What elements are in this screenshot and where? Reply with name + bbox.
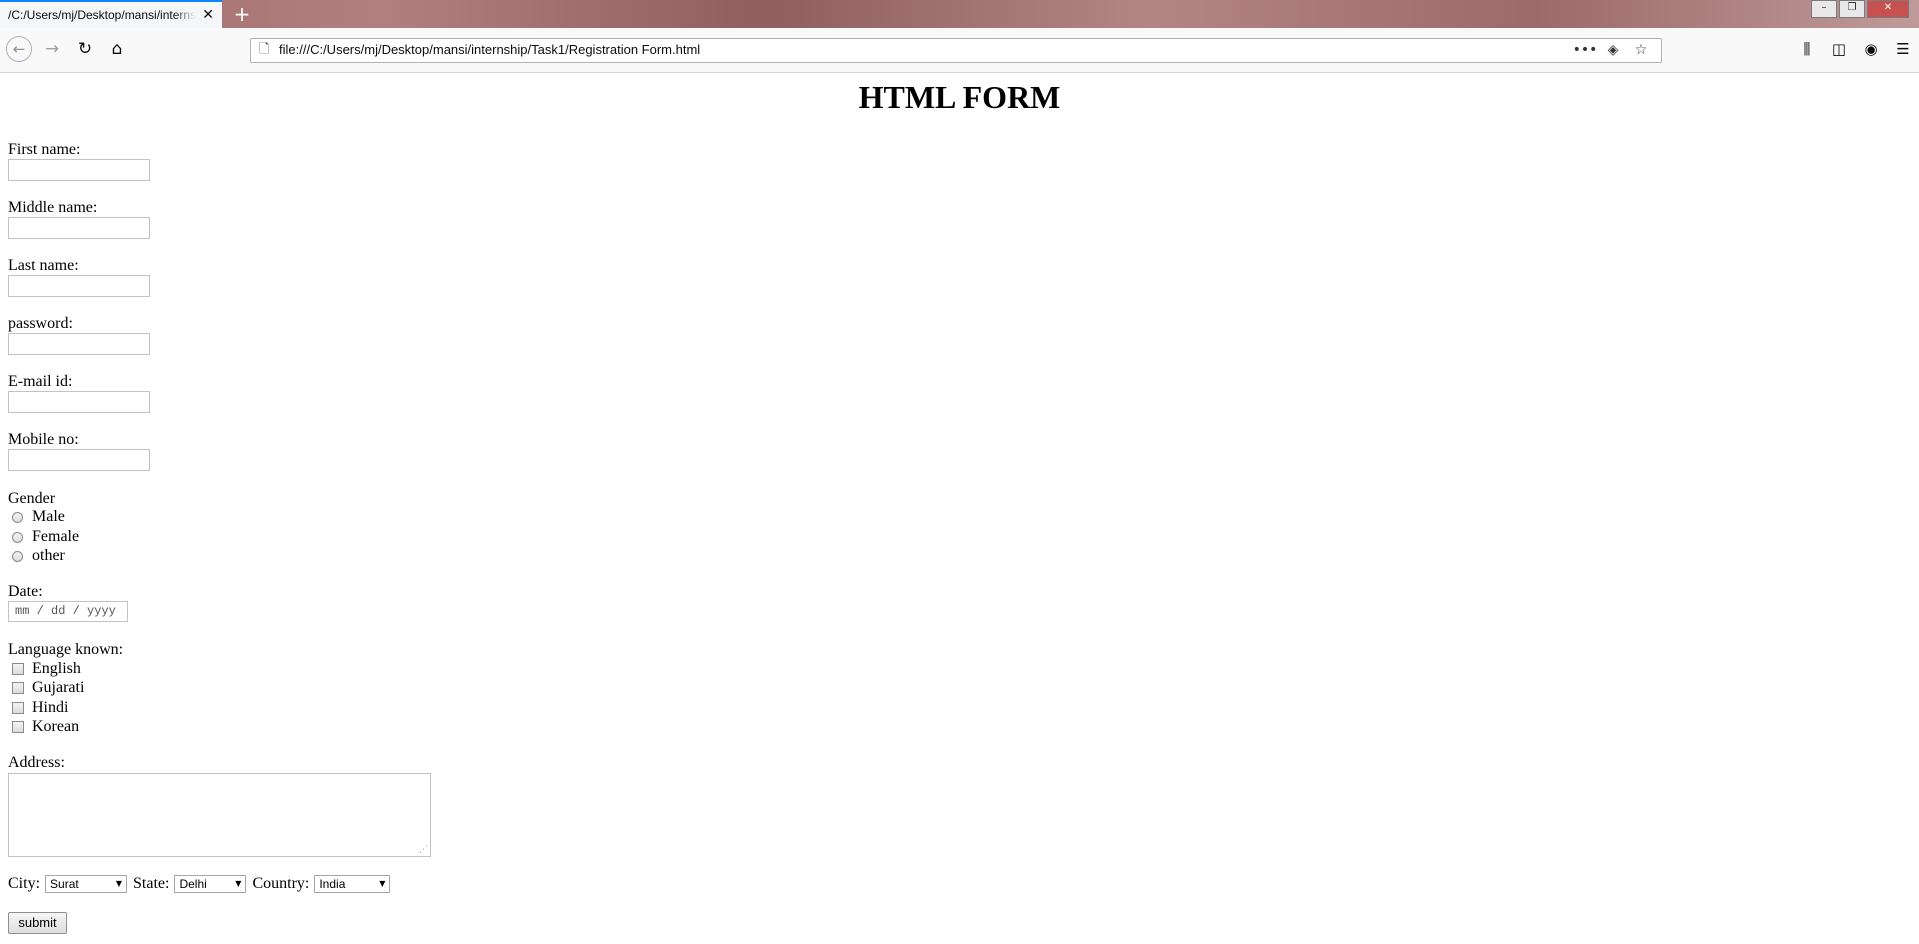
forward-arrow-icon[interactable]: → (40, 37, 64, 61)
email-label: E-mail id: (8, 373, 73, 390)
address-url[interactable]: file:///C:/Users/mj/Desktop/mansi/intern… (279, 42, 700, 57)
first-name-input[interactable] (8, 159, 150, 181)
hindi-checkbox[interactable] (12, 702, 24, 714)
page-icon: 🗋 (259, 42, 270, 57)
window-controls: – ❐ ✕ (1809, 0, 1909, 18)
date-label: Date: (8, 583, 43, 600)
back-arrow-icon[interactable]: ← (6, 36, 32, 62)
close-window-button[interactable]: ✕ (1867, 0, 1909, 18)
middle-name-input[interactable] (8, 217, 150, 239)
account-icon[interactable]: ◉ (1855, 37, 1887, 61)
gender-option-other[interactable]: other (12, 547, 65, 565)
state-label: State: (133, 875, 170, 892)
state-select[interactable]: Delhi ▼ (174, 875, 247, 893)
city-selected: Surat (50, 877, 79, 891)
gender-option-male[interactable]: Male (12, 508, 65, 526)
female-radio[interactable] (12, 531, 23, 543)
library-icon[interactable]: ⫼ (1791, 37, 1823, 61)
submit-button[interactable]: submit (8, 912, 67, 934)
resize-grip-icon[interactable]: ⋰ (419, 845, 428, 855)
new-tab-button[interactable]: + (230, 2, 254, 26)
last-name-label: Last name: (8, 257, 79, 274)
page-content: HTML FORM First name: Middle name: Last … (0, 73, 1919, 944)
gujarati-label: Gujarati (32, 679, 85, 696)
pocket-icon[interactable]: ◈ (1599, 40, 1627, 61)
last-name-input[interactable] (8, 275, 150, 297)
sidebar-icon[interactable]: ◫ (1823, 37, 1855, 61)
english-label: English (32, 660, 81, 677)
language-option-english[interactable]: English (12, 660, 81, 678)
male-radio[interactable] (12, 511, 23, 523)
tab-strip: /C:/Users/mj/Desktop/mansi/internship/Ta… (0, 0, 1919, 28)
email-input[interactable] (8, 391, 150, 413)
korean-label: Korean (32, 718, 80, 735)
toolbar-icons: ⫼ ◫ ◉ ☰ (1791, 37, 1919, 61)
state-selected: Delhi (179, 877, 207, 891)
country-label: Country: (252, 875, 310, 892)
male-label: Male (32, 508, 65, 525)
password-input[interactable] (8, 333, 150, 355)
location-row: City: Surat ▼ State: Delhi ▼ Country: In… (8, 875, 396, 893)
hindi-label: Hindi (32, 699, 69, 716)
close-tab-icon[interactable]: ✕ (202, 6, 214, 24)
mobile-label: Mobile no: (8, 431, 79, 448)
english-checkbox[interactable] (12, 663, 24, 675)
active-tab[interactable]: /C:/Users/mj/Desktop/mansi/internship/Ta… (0, 0, 222, 28)
language-option-hindi[interactable]: Hindi (12, 699, 68, 717)
gender-label: Gender (8, 490, 56, 507)
chevron-down-icon: ▼ (379, 879, 386, 888)
country-select[interactable]: India ▼ (314, 875, 391, 893)
home-icon[interactable]: ⌂ (105, 37, 129, 61)
page-actions-icon[interactable]: ••• (1571, 40, 1599, 61)
chevron-down-icon: ▼ (115, 879, 123, 888)
mobile-input[interactable] (8, 449, 150, 471)
address-textarea[interactable]: ⋰ (8, 773, 431, 857)
middle-name-label: Middle name: (8, 199, 98, 216)
other-label: other (32, 547, 65, 564)
star-icon[interactable]: ☆ (1627, 40, 1655, 61)
url-actions: ••• ◈ ☆ (1571, 40, 1655, 61)
language-label: Language known: (8, 641, 124, 658)
female-label: Female (32, 528, 80, 545)
navigation-toolbar: ← → ↻ ⌂ 🗋 file:///C:/Users/mj/Desktop/ma… (0, 28, 1919, 73)
other-radio[interactable] (12, 550, 23, 562)
city-label: City: (8, 875, 41, 892)
gujarati-checkbox[interactable] (12, 682, 24, 694)
hamburger-menu-icon[interactable]: ☰ (1887, 37, 1919, 61)
language-option-gujarati[interactable]: Gujarati (12, 679, 84, 697)
page-title: HTML FORM (858, 79, 1061, 115)
city-select[interactable]: Surat ▼ (45, 875, 128, 893)
tab-title: /C:/Users/mj/Desktop/mansi/internship/Ta… (8, 8, 196, 22)
gender-option-female[interactable]: Female (12, 528, 79, 546)
date-input[interactable]: mm / dd / yyyy (8, 601, 128, 622)
chevron-down-icon: ▼ (235, 879, 242, 888)
password-label: password: (8, 315, 73, 332)
language-option-korean[interactable]: Korean (12, 718, 79, 736)
minimize-button[interactable]: – (1811, 0, 1837, 18)
address-label: Address: (8, 754, 65, 771)
first-name-label: First name: (8, 141, 81, 158)
address-bar[interactable]: 🗋 file:///C:/Users/mj/Desktop/mansi/inte… (250, 38, 1662, 63)
reload-icon[interactable]: ↻ (73, 37, 97, 61)
country-selected: India (319, 877, 346, 891)
korean-checkbox[interactable] (12, 721, 24, 733)
maximize-button[interactable]: ❐ (1839, 0, 1865, 18)
